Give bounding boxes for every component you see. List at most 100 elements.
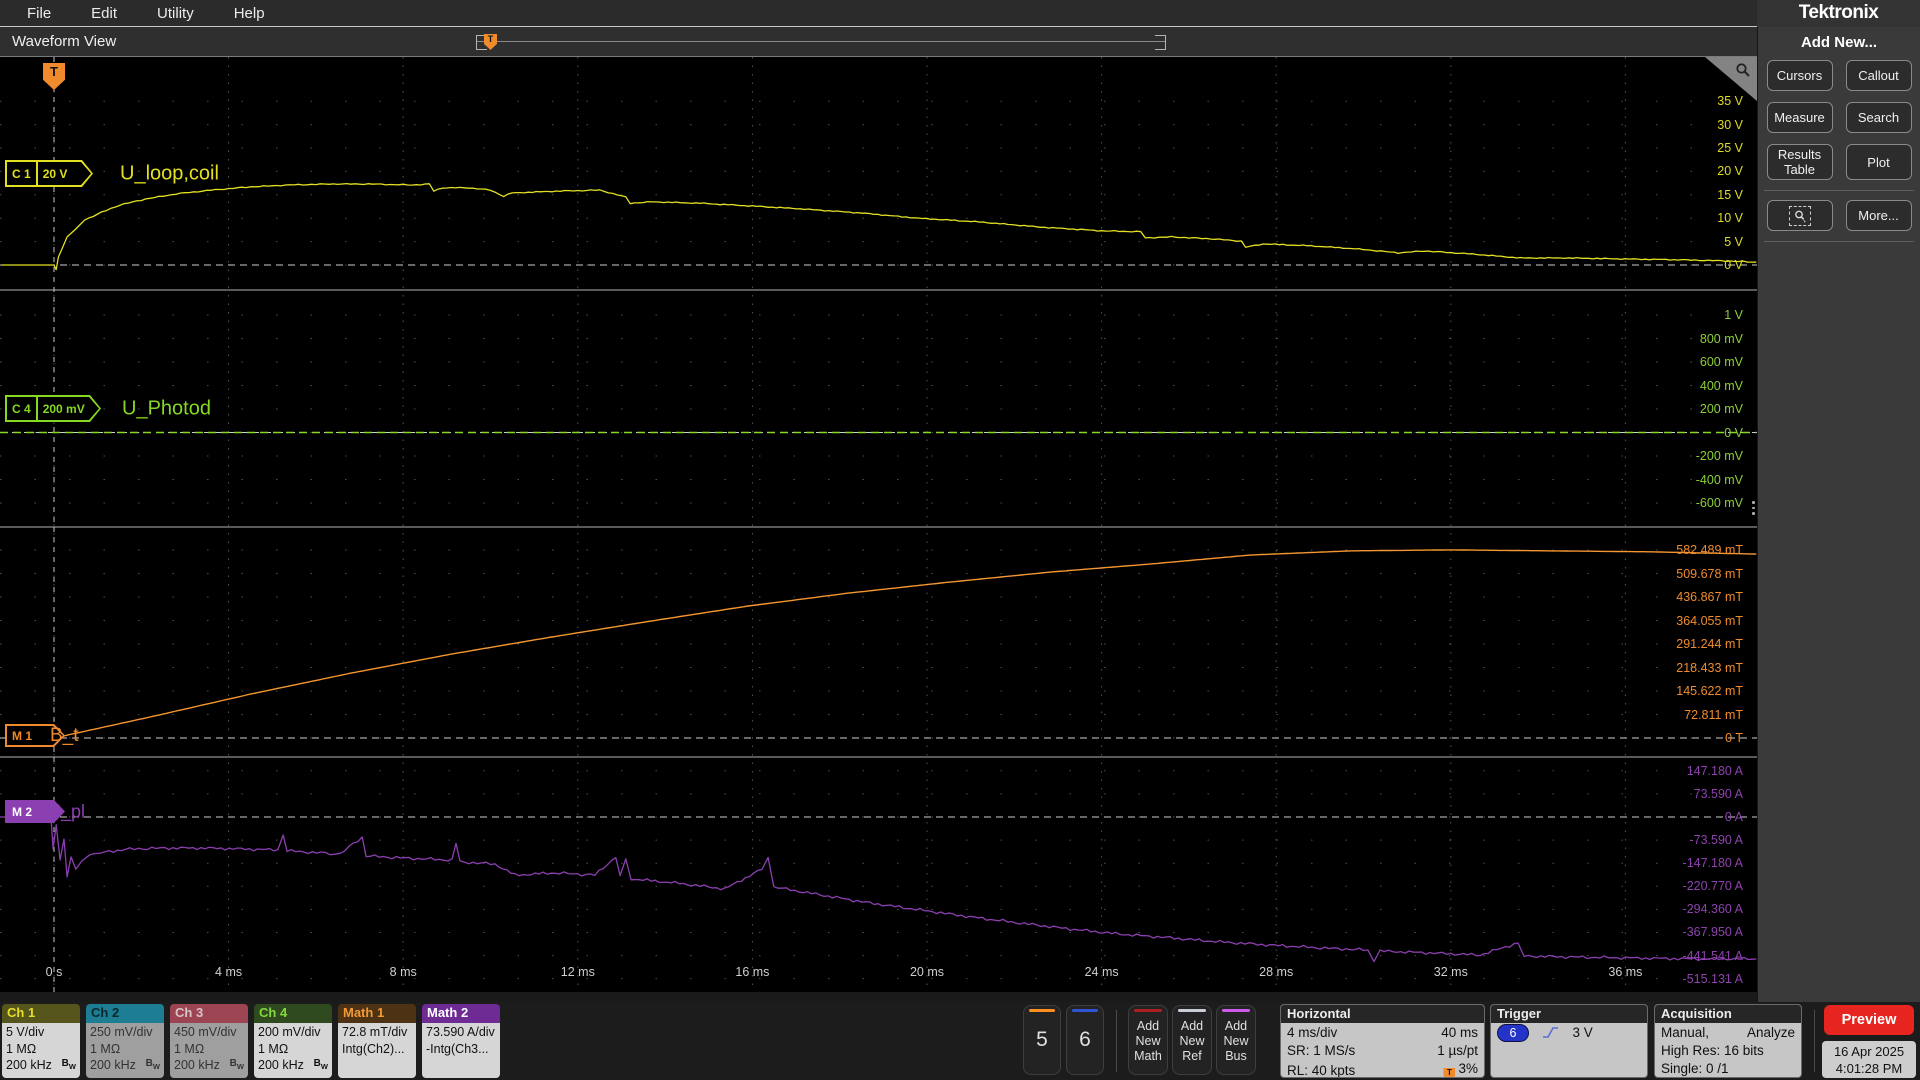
sample-rate: SR: 1 MS/s xyxy=(1287,1043,1356,1058)
scope-button-label: 5 xyxy=(1036,1028,1048,1051)
trace-u-loop-coil[interactable] xyxy=(1,182,1757,271)
channel-badge-math-1[interactable]: Math 1 72.8 mT/div Intg(Ch2)... xyxy=(338,1004,416,1078)
bandwidth-limit-icon: BW xyxy=(313,1057,328,1071)
badge-body: C 4 200 mV xyxy=(7,397,99,420)
scope-button-5[interactable]: 5 xyxy=(1023,1005,1061,1075)
channel-badge-m-1[interactable]: M 1 xyxy=(5,724,65,747)
trigger-position: T 3% xyxy=(1443,1060,1478,1077)
right-sidebar: Add New... Cursors Callout Measure Search Re… xyxy=(1757,27,1920,1002)
divider xyxy=(1814,1010,1815,1072)
channel-name: Ch 1 xyxy=(2,1004,80,1023)
divider xyxy=(1116,1010,1117,1072)
trigger-level: 3 V xyxy=(1572,1025,1593,1040)
slider-track xyxy=(476,41,1166,42)
badge-scale: 20 V xyxy=(42,166,68,181)
sidebar-button-grid: Cursors Callout Measure Search Results Table… xyxy=(1758,60,1920,180)
badge-body: M 2 xyxy=(7,802,63,821)
menu-help[interactable]: Help xyxy=(221,5,292,22)
bandwidth-limit-icon: BW xyxy=(229,1057,244,1071)
channel-badge-ch-3[interactable]: Ch 3 450 mV/div 1 MΩ 200 kHz BW xyxy=(170,1004,248,1078)
channel-badge-c-4[interactable]: C 4 200 mV xyxy=(5,395,101,422)
color-stripe xyxy=(1029,1009,1055,1012)
waveform-view-tabbar: Waveform View T xyxy=(0,27,1757,57)
trigger-position-icon: T xyxy=(1443,1068,1456,1077)
channel-name: Math 2 xyxy=(422,1004,500,1023)
sidebar-button-results-table[interactable]: Results Table xyxy=(1766,144,1833,180)
trace-b-t[interactable] xyxy=(53,549,1757,739)
color-stripe xyxy=(1222,1009,1250,1012)
add-new-header: Add New... xyxy=(1800,34,1878,51)
channel-scale: 73.590 A/div xyxy=(426,1025,495,1039)
waveform-canvas xyxy=(0,57,1757,992)
badge-id: M 1 xyxy=(12,728,33,743)
acquisition-resolution: High Res: 16 bits xyxy=(1661,1043,1764,1058)
sidebar-button-callout[interactable]: Callout xyxy=(1845,60,1912,91)
sidebar-tool-row: More... xyxy=(1758,200,1920,231)
horizontal-scale: 4 ms/div xyxy=(1287,1025,1338,1040)
channel-info: 73.590 A/div -Intg(Ch3... xyxy=(422,1023,500,1078)
zoom-select-button[interactable] xyxy=(1766,200,1833,231)
bandwidth-limit-icon: BW xyxy=(61,1057,76,1071)
add-new-bus-button[interactable]: Add New Bus xyxy=(1216,1005,1256,1075)
add-new-math-button[interactable]: Add New Math xyxy=(1128,1005,1168,1075)
channel-badge-ch-1[interactable]: Ch 15 V/div 1 MΩ 200 kHz BW xyxy=(2,1004,80,1078)
slider-right-bracket[interactable] xyxy=(1155,35,1166,50)
channel-name: Ch 4 xyxy=(254,1004,332,1023)
channel-scale: 5 V/div xyxy=(6,1025,45,1039)
trace-i-pl[interactable] xyxy=(0,804,1757,963)
menu-utility[interactable]: Utility xyxy=(144,5,221,22)
badge-body: M 1 xyxy=(7,726,63,745)
math-expression: Intg(Ch2)... xyxy=(342,1041,405,1056)
channel-scale: 200 mV/div xyxy=(258,1025,321,1039)
channel-name: Ch 2 xyxy=(86,1004,164,1023)
channel-badge-ch-4[interactable]: Ch 4 200 mV/div 1 MΩ 200 kHz BW xyxy=(254,1004,332,1078)
sidebar-button-cursors[interactable]: Cursors xyxy=(1766,60,1833,91)
bottom-control-bar: Ch 15 V/div 1 MΩ 200 kHz BW Ch 2 250 mV/div 1 … xyxy=(0,1002,1920,1080)
channel-info: 72.8 mT/div Intg(Ch2)... xyxy=(338,1023,416,1078)
channel-scale: 72.8 mT/div xyxy=(342,1025,408,1039)
sidebar-button-plot[interactable]: Plot xyxy=(1845,144,1912,180)
channel-name: Math 1 xyxy=(338,1004,416,1023)
acquisition-mode: Manual, xyxy=(1661,1025,1710,1040)
channel-info: 450 mV/div 1 MΩ 200 kHz BW xyxy=(170,1023,248,1078)
menu-edit[interactable]: Edit xyxy=(78,5,144,22)
preview-button[interactable]: Preview xyxy=(1824,1005,1914,1035)
more-button[interactable]: More... xyxy=(1845,200,1912,231)
channel-badge-ch-2[interactable]: Ch 2 250 mV/div 1 MΩ 200 kHz BW xyxy=(86,1004,164,1078)
channel-info: 5 V/div 1 MΩ 200 kHz BW xyxy=(2,1023,80,1078)
date: 16 Apr 2025 xyxy=(1833,1044,1905,1059)
menu-file[interactable]: File xyxy=(14,5,78,22)
trigger-panel[interactable]: Trigger 6 3 V xyxy=(1490,1004,1648,1078)
add-new-label: Add New Bus xyxy=(1223,1019,1249,1063)
scope-button-6[interactable]: 6 xyxy=(1066,1005,1104,1075)
waveform-plot[interactable]: C 1 20 V U_loop,coil C 4 200 mV U_Photod M 1 B_… xyxy=(0,57,1759,992)
horizontal-panel[interactable]: Horizontal 4 ms/div 40 ms SR: 1 MS/s 1 µ… xyxy=(1280,1004,1485,1078)
channel-scale: 250 mV/div xyxy=(90,1025,153,1039)
sidebar-button-search[interactable]: Search xyxy=(1845,102,1912,133)
channel-info: 250 mV/div 1 MΩ 200 kHz BW xyxy=(86,1023,164,1078)
sidebar-divider xyxy=(1764,241,1914,242)
channel-badge-c-1[interactable]: C 1 20 V xyxy=(5,160,93,187)
sidebar-button-measure[interactable]: Measure xyxy=(1766,102,1833,133)
badge-id: M 2 xyxy=(12,804,33,819)
channel-badge-math-2[interactable]: Math 2 73.590 A/div -Intg(Ch3... xyxy=(422,1004,500,1078)
datetime-display: 16 Apr 2025 4:01:28 PM xyxy=(1822,1041,1916,1078)
channel-badge-m-2[interactable]: M 2 xyxy=(5,800,65,823)
menu-bar: File Edit Utility Help Tektronix xyxy=(0,0,1920,27)
badge-id: C 1 xyxy=(12,166,31,181)
scope-button-label: 6 xyxy=(1079,1028,1091,1051)
acquisition-single: Single: 0 /1 xyxy=(1661,1061,1729,1076)
badge-body: C 1 20 V xyxy=(7,162,91,185)
tab-waveform-view[interactable]: Waveform View xyxy=(0,27,116,56)
sample-interval: 1 µs/pt xyxy=(1437,1043,1478,1058)
color-stripe xyxy=(1134,1009,1162,1012)
horizontal-position-slider[interactable]: T xyxy=(476,34,1166,50)
magnifier-icon xyxy=(1736,63,1750,77)
add-new-ref-button[interactable]: Add New Ref xyxy=(1172,1005,1212,1075)
horizontal-window: 40 ms xyxy=(1441,1025,1478,1040)
tektronix-logo: Tektronix xyxy=(1757,0,1920,27)
time: 4:01:28 PM xyxy=(1835,1061,1903,1076)
acquisition-panel[interactable]: Acquisition Manual, Analyze High Res: 16… xyxy=(1654,1004,1802,1078)
badge-scale: 200 mV xyxy=(42,401,85,416)
tekscope-app: File Edit Utility Help Tektronix Waveform V… xyxy=(0,0,1920,1080)
